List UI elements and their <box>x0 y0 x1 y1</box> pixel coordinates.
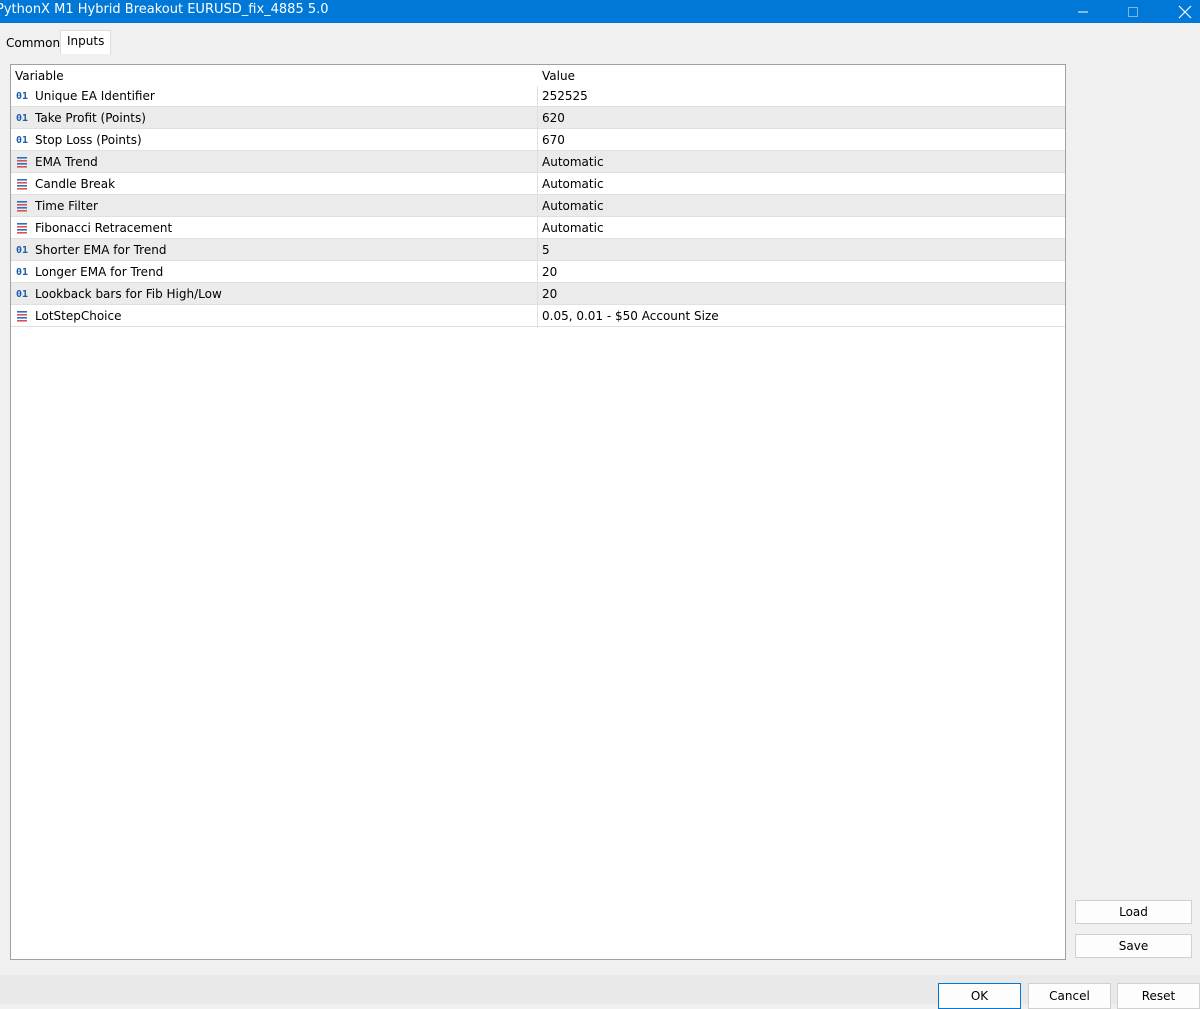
integer-icon: 01 <box>15 134 29 146</box>
column-divider <box>537 86 538 328</box>
integer-icon: 01 <box>15 244 29 256</box>
title-bar: PythonX M1 Hybrid Breakout EURUSD_fix_48… <box>0 0 1200 23</box>
table-row[interactable]: Time Filter Automatic <box>11 195 1065 217</box>
tab-strip: Common Inputs <box>0 23 1200 56</box>
enum-icon <box>15 199 29 213</box>
maximize-button[interactable] <box>1110 0 1156 23</box>
table-row[interactable]: 01 Shorter EMA for Trend 5 <box>11 239 1065 261</box>
row-variable-name: Longer EMA for Trend <box>35 265 164 279</box>
row-variable-name: EMA Trend <box>35 155 98 169</box>
enum-icon <box>15 221 29 235</box>
row-value[interactable]: Automatic <box>542 199 604 213</box>
row-value[interactable]: Automatic <box>542 221 604 235</box>
row-variable-name: Time Filter <box>35 199 98 213</box>
row-variable-name: Shorter EMA for Trend <box>35 243 167 257</box>
row-value[interactable]: 20 <box>542 287 557 301</box>
row-variable-name: Take Profit (Points) <box>35 111 146 125</box>
close-button[interactable] <box>1162 0 1200 23</box>
table-row[interactable]: EMA Trend Automatic <box>11 151 1065 173</box>
table-row[interactable]: LotStepChoice 0.05, 0.01 - $50 Account Si… <box>11 305 1065 327</box>
table-row[interactable]: 01 Unique EA Identifier 252525 <box>11 85 1065 107</box>
table-row[interactable]: 01 Take Profit (Points) 620 <box>11 107 1065 129</box>
save-button[interactable]: Save <box>1075 934 1192 958</box>
row-variable-name: Unique EA Identifier <box>35 89 155 103</box>
integer-icon: 01 <box>15 288 29 300</box>
row-value[interactable]: 620 <box>542 111 565 125</box>
maximize-icon <box>1128 6 1138 17</box>
minimize-icon <box>1078 11 1088 12</box>
row-variable-name: LotStepChoice <box>35 309 122 323</box>
row-variable-name: Fibonacci Retracement <box>35 221 173 235</box>
cancel-button[interactable]: Cancel <box>1028 983 1111 1009</box>
ok-button[interactable]: OK <box>938 983 1021 1009</box>
row-value[interactable]: 5 <box>542 243 550 257</box>
row-variable-name: Candle Break <box>35 177 116 191</box>
enum-icon <box>15 177 29 191</box>
table-row[interactable]: Candle Break Automatic <box>11 173 1065 195</box>
table-row[interactable]: 01 Longer EMA for Trend 20 <box>11 261 1065 283</box>
window-title: PythonX M1 Hybrid Breakout EURUSD_fix_48… <box>0 2 329 17</box>
row-variable-name: Lookback bars for Fib High/Low <box>35 287 222 301</box>
row-variable-name: Stop Loss (Points) <box>35 133 142 147</box>
close-icon <box>1178 5 1192 18</box>
row-value[interactable]: 20 <box>542 265 557 279</box>
integer-icon: 01 <box>15 266 29 278</box>
tab-common[interactable]: Common <box>0 32 66 54</box>
enum-icon <box>15 155 29 169</box>
column-header-variable[interactable]: Variable <box>15 69 64 83</box>
reset-button[interactable]: Reset <box>1117 983 1200 1009</box>
tab-inputs[interactable]: Inputs <box>60 30 112 56</box>
integer-icon: 01 <box>15 112 29 124</box>
row-value[interactable]: 0.05, 0.01 - $50 Account Size <box>542 309 719 323</box>
table-row[interactable]: Fibonacci Retracement Automatic <box>11 217 1065 239</box>
row-value[interactable]: 670 <box>542 133 565 147</box>
enum-icon <box>15 309 29 323</box>
row-value[interactable]: Automatic <box>542 155 604 169</box>
column-header-value[interactable]: Value <box>542 69 575 83</box>
integer-icon: 01 <box>15 90 29 102</box>
inputs-panel: Variable Value 01 Unique EA Identifier 252… <box>0 54 1200 975</box>
table-row[interactable]: 01 Lookback bars for Fib High/Low 20 <box>11 283 1065 305</box>
row-value[interactable]: 252525 <box>542 89 588 103</box>
minimize-button[interactable] <box>1060 0 1106 23</box>
load-button[interactable]: Load <box>1075 900 1192 924</box>
table-row[interactable]: 01 Stop Loss (Points) 670 <box>11 129 1065 151</box>
row-value[interactable]: Automatic <box>542 177 604 191</box>
inputs-table: Variable Value 01 Unique EA Identifier 252… <box>10 64 1066 960</box>
dialog-footer: OK Cancel Reset <box>0 975 1200 1009</box>
table-header: Variable Value <box>11 65 1065 85</box>
